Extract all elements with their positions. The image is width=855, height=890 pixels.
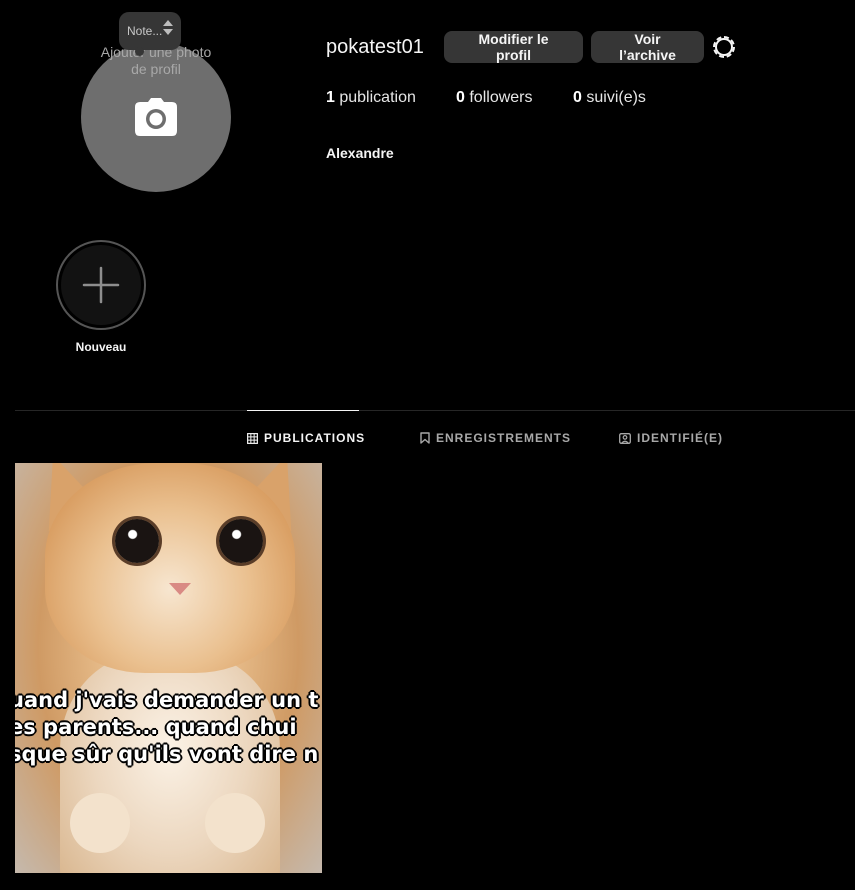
stat-following[interactable]: 0 suivi(e)s (573, 89, 646, 107)
cat-paw-left (70, 793, 130, 853)
cat-nose (169, 583, 191, 595)
profile-full-name: Alexandre (326, 145, 394, 161)
bookmark-icon (420, 432, 430, 444)
highlight-label: Nouveau (75, 340, 127, 354)
plus-icon (82, 266, 120, 304)
edit-profile-button[interactable]: Modifier le profil (444, 31, 583, 63)
following-label: suivi(e)s (586, 89, 646, 106)
chevron-up-icon (163, 20, 173, 26)
tab-publications[interactable]: PUBLICATIONS (247, 430, 365, 446)
stat-followers[interactable]: 0 followers (456, 89, 533, 107)
note-label: Note... (127, 24, 163, 38)
followers-label: followers (469, 89, 533, 106)
highlight-inner (61, 245, 141, 325)
publications-count: 1 (326, 89, 335, 106)
profile-page: Ajouter une photo de profil Note... poka… (0, 0, 855, 890)
followers-count: 0 (456, 89, 465, 106)
post-thumbnail[interactable]: uand j'vais demander un t es parents... … (15, 463, 322, 873)
note-bubble[interactable]: Note... (119, 12, 181, 56)
caption-line: sque sûr qu'ils vont dire n (15, 742, 319, 766)
view-archive-button[interactable]: Voir l’archive (591, 31, 704, 63)
cat-paw-right (205, 793, 265, 853)
profile-username: pokatest01 (326, 36, 424, 58)
caption-line: es parents... quand chui (15, 715, 297, 739)
following-count: 0 (573, 89, 582, 106)
stat-publications: 1 publication (326, 89, 416, 107)
post-caption-text: uand j'vais demander un t es parents... … (15, 687, 322, 768)
tab-saved[interactable]: ENREGISTREMENTS (420, 430, 571, 446)
cat-head (45, 463, 295, 673)
chevron-down-icon (163, 29, 173, 35)
camera-icon (135, 98, 177, 136)
tabs-divider (15, 410, 855, 411)
cat-eye-left (115, 519, 159, 563)
publications-label: publication (339, 89, 416, 106)
note-stepper[interactable] (163, 20, 173, 35)
settings-button[interactable] (711, 34, 737, 60)
tagged-icon (619, 432, 631, 444)
new-highlight-button[interactable] (56, 240, 146, 330)
caption-line: uand j'vais demander un t (15, 688, 319, 712)
tab-saved-label: ENREGISTREMENTS (436, 431, 572, 445)
active-tab-indicator (247, 410, 359, 411)
cat-eye-right (219, 519, 263, 563)
gear-icon (713, 36, 735, 58)
tab-tagged-label: IDENTIFIÉ(E) (637, 431, 723, 445)
tab-tagged[interactable]: IDENTIFIÉ(E) (619, 430, 723, 446)
tab-publications-label: PUBLICATIONS (264, 431, 366, 445)
grid-icon (247, 432, 258, 444)
